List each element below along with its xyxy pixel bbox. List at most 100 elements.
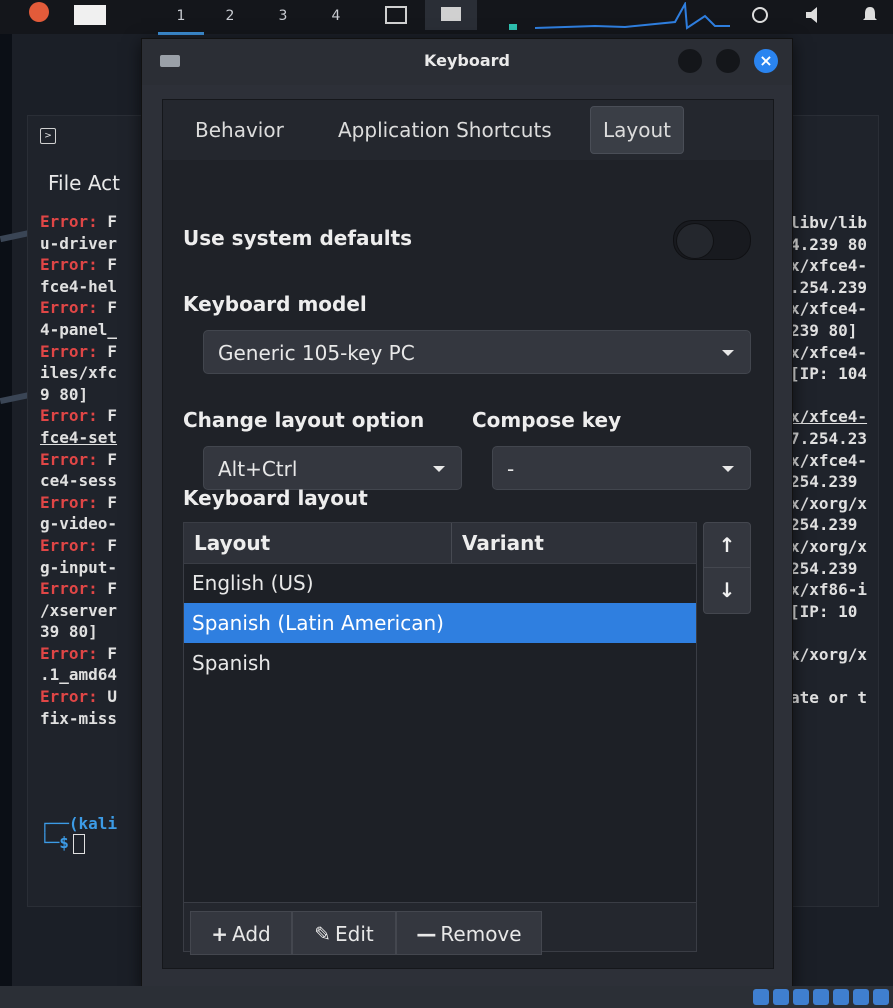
terminal-line: x/xfce4- [790,256,868,276]
terminal-line: x/xorg/x [790,536,868,556]
remove-label: Remove [440,922,522,946]
add-button[interactable]: + Add [190,911,292,955]
terminal-cursor [72,833,85,854]
reorder-buttons: ↑ ↓ [703,522,751,614]
workspace-2[interactable]: 2 [207,0,253,32]
tray-icon[interactable] [773,989,789,1005]
keyboard-model-select[interactable]: Generic 105-key PC [203,330,751,374]
remove-button[interactable]: — Remove [396,911,542,955]
layout-list-toolbar: + Add ✎ Edit — Remove [184,902,696,955]
keyboard-layout-label: Keyboard layout [183,486,368,510]
keyboard-model-value: Generic 105-key PC [218,341,415,365]
workspace-3[interactable]: 3 [260,0,306,32]
tray-icon[interactable] [833,989,849,1005]
tray-icon[interactable] [873,989,889,1005]
terminal-line: 7.254.23 [790,428,868,448]
terminal-line: 4.239 80 [790,234,868,254]
error-label: Error: [40,298,98,318]
terminal-line-text: U [97,687,118,707]
notification-icon[interactable] [855,0,885,30]
terminal-line-text: F [97,255,118,275]
terminal-line: 254.239 [790,558,858,578]
use-system-defaults-label: Use system defaults [183,226,413,250]
layout-row-spanish[interactable]: Spanish [184,643,696,683]
volume-icon[interactable] [800,0,830,30]
terminal-line-text: 39 80] [40,622,98,642]
terminal-line: ate or t [790,688,868,708]
terminal-line-text: 9 80] [40,384,89,404]
bottom-status-bar [0,986,893,1008]
terminal-line: x/xf86-i [790,580,868,600]
edit-label: Edit [335,922,374,946]
desktop-background [0,34,12,988]
minus-icon: — [416,922,437,946]
terminal-output-right: libv/lib 4.239 80 x/xfce4- .254.239 x/xfce4-… [790,212,880,709]
change-layout-value: Alt+Ctrl [218,457,298,481]
layout-list[interactable]: Layout Variant English (US) Spanish (Lat… [183,522,697,955]
tab-layout[interactable]: Layout [590,106,684,154]
add-label: Add [232,922,271,946]
window-button-icon[interactable] [378,0,414,30]
tab-application-shortcuts[interactable]: Application Shortcuts [326,106,564,154]
error-label: Error: [40,579,98,599]
layout-row-english-us[interactable]: English (US) [184,563,696,603]
terminal-line-text: F [97,406,118,426]
terminal-line-text: g-video- [40,514,118,534]
toggle-knob [676,223,714,259]
terminal-line-text: F [97,212,118,231]
show-desktop-icon[interactable] [72,0,108,30]
use-system-defaults-toggle[interactable] [673,220,751,260]
dialog-titlebar[interactable]: Keyboard × [142,39,792,85]
terminal-line-text: F [97,298,118,318]
chevron-down-icon [433,466,445,472]
prompt-symbol: $ [59,833,69,852]
error-label: Error: [40,643,98,663]
maximize-button[interactable] [716,49,740,73]
column-header-layout[interactable]: Layout [184,523,451,563]
keyboard-dialog[interactable]: Keyboard × Behavior Application Shortcut… [141,38,793,990]
workspace-4[interactable]: 4 [313,0,359,32]
edit-button[interactable]: ✎ Edit [292,911,396,955]
layout-row-spanish-latin-american[interactable]: Spanish (Latin American) [184,603,696,643]
network-graph [509,2,730,30]
compose-key-label: Compose key [472,408,622,432]
window-button-icon[interactable] [425,0,477,30]
terminal-menubar[interactable]: File Act [48,171,120,195]
layout-name: Spanish [192,651,271,675]
workspace-1[interactable]: 1 [158,0,204,35]
terminal-line-text: F [97,341,118,361]
error-label: Error: [40,535,98,555]
terminal-prompt[interactable]: ┌──(kali └─$ [40,814,117,854]
close-button[interactable]: × [754,49,778,73]
dialog-body: Behavior Application Shortcuts Layout Us… [162,99,774,969]
plus-icon: + [211,922,229,946]
chevron-down-icon [722,350,734,356]
terminal-line: libv/lib [790,213,868,232]
app-menu-icon[interactable] [24,0,54,30]
error-label: Error: [40,406,98,426]
terminal-line: [IP: 10 [790,601,858,621]
terminal-line: 254.239 [790,472,858,492]
compose-key-select[interactable]: - [492,446,751,490]
tray-icon[interactable] [793,989,809,1005]
tray-icon[interactable] [753,989,769,1005]
compose-key-value: - [507,457,515,481]
arrow-down-icon[interactable]: ↓ [704,567,750,612]
tray-icon[interactable] [853,989,869,1005]
error-label: Error: [40,492,98,512]
terminal-line: x/xfce4- [790,407,868,427]
column-header-variant[interactable]: Variant [451,523,696,563]
tray-icon[interactable] [813,989,829,1005]
terminal-line: [IP: 104 [790,364,868,384]
minimize-button[interactable] [678,49,702,73]
error-label: Error: [40,449,98,469]
pencil-icon: ✎ [314,922,332,946]
terminal-line-text: fce4-hel [40,276,118,296]
terminal-line: .254.239 [790,277,868,297]
power-icon[interactable] [745,0,775,30]
change-layout-select[interactable]: Alt+Ctrl [203,446,462,490]
tab-behavior[interactable]: Behavior [183,106,296,154]
arrow-up-icon[interactable]: ↑ [704,523,750,567]
